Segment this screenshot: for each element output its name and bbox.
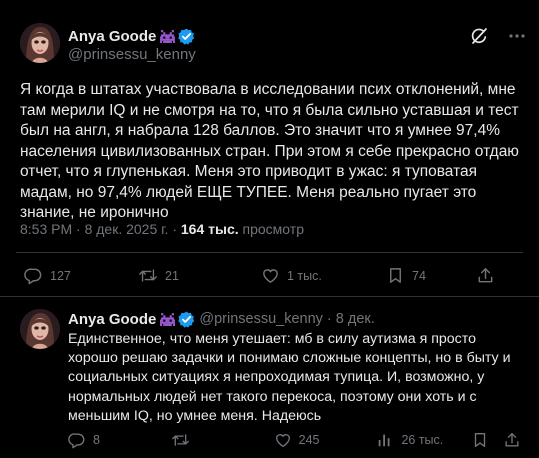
author-display-name[interactable]: Anya Goode (68, 28, 156, 45)
more-icon[interactable] (507, 26, 527, 46)
verified-badge-icon[interactable] (178, 310, 196, 328)
share-icon (505, 433, 519, 447)
action-bar: 127 21 1 тыс. 74 (24, 266, 524, 285)
reply-icon (24, 268, 42, 285)
repost-button[interactable] (171, 431, 274, 449)
reply-tweet: Anya Goode @prinsessu_kenny · 8 дек. Еди… (0, 297, 539, 458)
reply-button[interactable]: 8 (68, 431, 171, 449)
share-button[interactable] (503, 431, 528, 449)
avatar[interactable] (20, 309, 60, 349)
views-button[interactable]: 26 тыс. (376, 431, 471, 449)
author-name-row: Anya Goode (68, 26, 196, 46)
top-actions (469, 26, 527, 46)
reply-text: Единственное, что меня утешает: мб в сил… (68, 331, 511, 424)
tweet-meta: 8:53 PM · 8 дек. 2025 г. · 164 тыс. прос… (20, 221, 304, 237)
tweet-text: Я когда в штатах участвовала в исследова… (20, 81, 519, 221)
alien-monster-emoji (160, 29, 176, 43)
views-label: просмотр (238, 221, 304, 237)
like-icon (275, 434, 290, 447)
avatar[interactable] (20, 23, 60, 63)
reply-icon (68, 433, 85, 449)
repost-button[interactable]: 21 (138, 266, 261, 285)
share-icon (478, 268, 493, 283)
reply-author-row: Anya Goode @prinsessu_kenny · 8 дек. (68, 309, 375, 329)
bookmark-button[interactable] (471, 431, 503, 449)
like-button[interactable]: 245 (274, 431, 377, 449)
repost-icon (171, 434, 189, 446)
grok-icon[interactable] (469, 26, 489, 46)
like-icon (263, 269, 278, 283)
alien-monster-emoji (160, 312, 176, 326)
bookmark-count: 74 (412, 268, 426, 283)
author-handle[interactable]: @prinsessu_kenny (68, 46, 196, 63)
action-bar: 8 245 26 тыс. (68, 431, 528, 449)
reply-button[interactable]: 127 (24, 266, 138, 285)
share-button[interactable] (476, 266, 502, 285)
verified-badge-icon[interactable] (178, 27, 196, 45)
timestamp[interactable]: 8:53 PM · 8 дек. 2025 г. · (20, 221, 181, 237)
bookmark-icon (390, 268, 401, 283)
reply-count: 127 (50, 268, 71, 283)
bookmark-icon (475, 433, 486, 447)
views-icon (379, 434, 390, 447)
main-tweet: Anya Goode @prinsessu_kenny Я когда в шт… (0, 0, 539, 297)
author-handle-and-date[interactable]: @prinsessu_kenny · 8 дек. (199, 311, 374, 327)
author-display-name[interactable]: Anya Goode (68, 311, 156, 328)
repost-count: 21 (165, 268, 179, 283)
bookmark-button[interactable]: 74 (386, 266, 476, 285)
views-count: 26 тыс. (401, 433, 444, 447)
divider (16, 252, 523, 253)
reply-count: 8 (93, 433, 100, 447)
views-count: 164 тыс. (180, 221, 239, 237)
like-count: 245 (298, 433, 320, 447)
repost-icon (139, 269, 157, 282)
like-count: 1 тыс. (287, 268, 322, 283)
like-button[interactable]: 1 тыс. (261, 266, 386, 285)
